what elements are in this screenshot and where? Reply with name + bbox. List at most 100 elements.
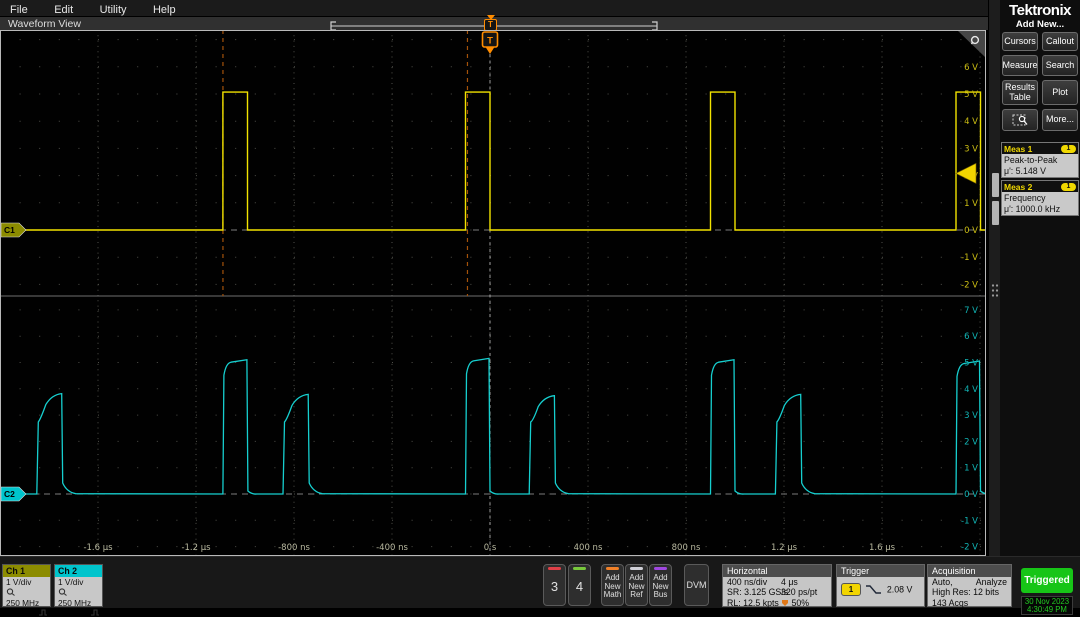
- svg-text:1.2 μs: 1.2 μs: [771, 543, 798, 553]
- ref-color-stripe: [630, 567, 643, 570]
- svg-text:-400 ns: -400 ns: [376, 543, 408, 553]
- divider-grip-dots-icon[interactable]: [991, 283, 999, 297]
- channel1-bandwidth-row: 250 MHz: [3, 598, 50, 616]
- bandwidth-icon: [91, 609, 99, 616]
- horizontal-window: 4 μs: [781, 577, 798, 587]
- dvm-label: DVM: [686, 580, 707, 590]
- view-tab-bar: Waveform View T: [0, 15, 988, 31]
- divider-handle[interactable]: [992, 173, 999, 197]
- channel1-header: Ch 1: [3, 565, 50, 577]
- panel-divider[interactable]: [988, 0, 1000, 556]
- trigger-flag[interactable]: T: [481, 31, 499, 54]
- acquisition-panel[interactable]: Acquisition Auto, Analyze High Res: 12 b…: [927, 564, 1012, 608]
- svg-text:7 V: 7 V: [964, 306, 978, 316]
- acquisition-header: Acquisition: [928, 565, 1011, 577]
- svg-text:T: T: [487, 36, 493, 47]
- svg-text:-1 V: -1 V: [961, 253, 978, 263]
- svg-text:1.6 μs: 1.6 μs: [869, 543, 896, 553]
- channel1-bandwidth: 250 MHz: [6, 598, 40, 608]
- svg-text:-2 V: -2 V: [961, 543, 978, 553]
- acquisition-resolution: High Res: 12 bits: [932, 587, 999, 598]
- channel2-badge[interactable]: Ch 2 1 V/div 250 MHz: [54, 564, 103, 616]
- horizontal-panel[interactable]: Horizontal 400 ns/div 4 μs SR: 3.125 GS/…: [722, 564, 832, 608]
- datetime-display: 30 Nov 2023 4:30:49 PM: [1021, 596, 1073, 615]
- meas1-value: μ': 5.148 V: [1004, 165, 1046, 176]
- bus-color-stripe: [654, 567, 667, 570]
- meas2-body: Frequency μ': 1000.0 kHz: [1002, 192, 1078, 215]
- svg-text:-1 V: -1 V: [961, 516, 978, 526]
- add-new-math-button[interactable]: Add New Math: [601, 564, 624, 606]
- meas2-badge[interactable]: Meas 2 1 Frequency μ': 1000.0 kHz: [1001, 180, 1079, 216]
- dvm-button[interactable]: DVM: [684, 564, 709, 606]
- probe-icon: [58, 588, 67, 596]
- trigger-level-value: 2.08 V: [886, 584, 913, 595]
- waveform-canvas[interactable]: 6 V 5 V 4 V 3 V 2 V 1 V 0 V -1 V -2 V 7 V 6 V 5 V 4 …: [0, 30, 990, 556]
- meas1-header: Meas 1 1: [1002, 143, 1078, 154]
- meas2-source-badge: 1: [1061, 182, 1076, 191]
- acquisition-mode: Auto,: [932, 577, 953, 587]
- svg-text:400 ns: 400 ns: [574, 543, 603, 553]
- horizontal-scale: 400 ns/div: [727, 577, 768, 587]
- add-new-bus-button[interactable]: Add New Bus: [649, 564, 672, 606]
- channel2-probe-row: [55, 587, 102, 598]
- svg-text:2 V: 2 V: [964, 437, 978, 447]
- add-new-ref-button[interactable]: Add New Ref: [625, 564, 648, 606]
- svg-text:3 V: 3 V: [964, 144, 978, 154]
- acquisition-analyze: Analyze: [975, 577, 1007, 587]
- trigger-panel[interactable]: Trigger 1 2.08 V: [836, 564, 925, 607]
- channel2-bandwidth-row: 250 MHz: [55, 598, 102, 616]
- trigger-position-marker[interactable]: T: [483, 15, 498, 31]
- trigger-source-badge: 1: [841, 583, 861, 596]
- zoom-mode-button[interactable]: [1002, 109, 1038, 131]
- add-ref-line3: Ref: [630, 590, 643, 600]
- svg-text:0 s: 0 s: [484, 543, 497, 553]
- meas2-value: μ': 1000.0 kHz: [1004, 203, 1061, 214]
- channel4-button[interactable]: 4: [568, 564, 591, 606]
- more-button[interactable]: More...: [1042, 109, 1078, 131]
- svg-text:4 V: 4 V: [964, 385, 978, 395]
- svg-text:1 V: 1 V: [964, 199, 978, 209]
- meas2-header: Meas 2 1: [1002, 181, 1078, 192]
- divider-handle[interactable]: [992, 201, 999, 225]
- svg-text:-2 V: -2 V: [961, 280, 978, 290]
- callout-button[interactable]: Callout: [1042, 32, 1078, 51]
- waveform-plot[interactable]: 6 V 5 V 4 V 3 V 2 V 1 V 0 V -1 V -2 V 7 V 6 V 5 V 4 …: [0, 30, 990, 556]
- cursors-button[interactable]: Cursors: [1002, 32, 1038, 51]
- svg-text:-1.6 μs: -1.6 μs: [83, 543, 113, 553]
- trigger-position-icon: [782, 599, 788, 606]
- svg-text:1 V: 1 V: [964, 464, 978, 474]
- meas2-title: Meas 2: [1004, 181, 1033, 192]
- svg-text:800 ns: 800 ns: [672, 543, 701, 553]
- results-table-button[interactable]: Results Table: [1002, 80, 1038, 105]
- svg-text:0 V: 0 V: [964, 490, 978, 500]
- plot-button[interactable]: Plot: [1042, 80, 1078, 105]
- channel2-bandwidth: 250 MHz: [58, 598, 92, 608]
- horizontal-header: Horizontal: [723, 565, 831, 577]
- horizontal-position-value: 50%: [791, 597, 810, 608]
- svg-text:-1.2 μs: -1.2 μs: [181, 543, 211, 553]
- acquisition-count: 143 Acqs: [932, 597, 969, 608]
- channel1-badge[interactable]: Ch 1 1 V/div 250 MHz: [2, 564, 51, 616]
- triggered-status-button[interactable]: Triggered: [1021, 568, 1073, 593]
- search-button[interactable]: Search: [1042, 55, 1078, 76]
- sidebar-button-grid: Cursors Callout Measure Search Results T…: [1002, 32, 1078, 131]
- meas1-name: Peak-to-Peak: [1004, 155, 1058, 165]
- trigger-header: Trigger: [837, 565, 924, 577]
- right-column: Tektronix Add New... Cursors Callout Mea…: [988, 0, 1080, 556]
- svg-text:3 V: 3 V: [964, 411, 978, 421]
- meas1-body: Peak-to-Peak μ': 5.148 V: [1002, 154, 1078, 177]
- channel2-tag[interactable]: C2: [0, 486, 27, 502]
- menu-bar: File Edit Utility Help: [0, 0, 988, 16]
- measure-button[interactable]: Measure: [1002, 55, 1038, 76]
- bandwidth-icon: [39, 609, 47, 616]
- meas2-name: Frequency: [1004, 193, 1046, 203]
- channel1-scale: 1 V/div: [6, 577, 32, 587]
- channel3-button[interactable]: 3: [543, 564, 566, 606]
- zoom-box-icon: [1012, 114, 1027, 126]
- svg-text:0 V: 0 V: [964, 226, 978, 236]
- svg-text:6 V: 6 V: [964, 63, 978, 73]
- svg-text:5 V: 5 V: [964, 90, 978, 100]
- channel1-tag[interactable]: C1: [0, 222, 27, 238]
- add-new-label: Add New...: [1015, 19, 1065, 30]
- meas1-badge[interactable]: Meas 1 1 Peak-to-Peak μ': 5.148 V: [1001, 142, 1079, 178]
